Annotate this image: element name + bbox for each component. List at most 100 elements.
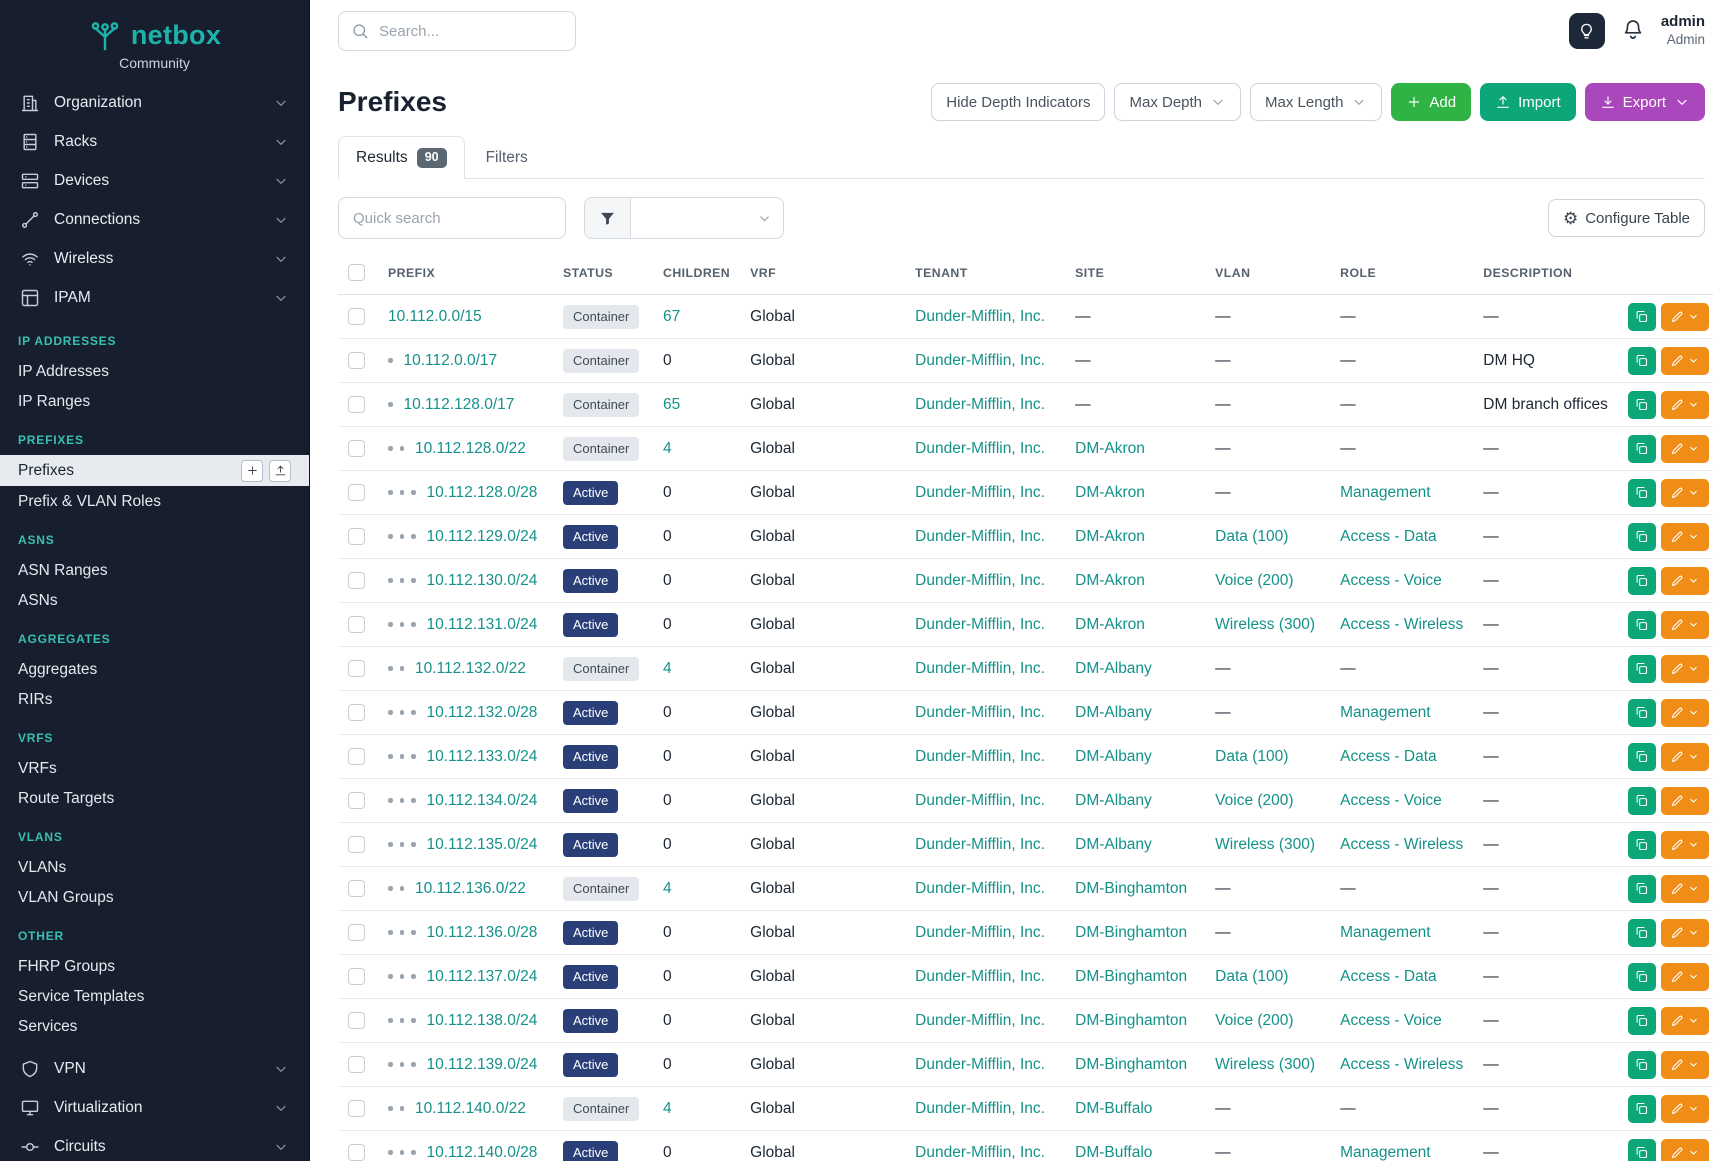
site-link[interactable]: DM-Binghamton — [1075, 924, 1187, 941]
tenant-link[interactable]: Dunder-Mifflin, Inc. — [915, 352, 1045, 369]
children-count-link[interactable]: 4 — [663, 880, 672, 897]
row-checkbox[interactable] — [348, 968, 365, 985]
column-header-children[interactable]: CHILDREN — [653, 251, 740, 295]
children-count-link[interactable]: 4 — [663, 660, 672, 677]
prefix-link[interactable]: 10.112.133.0/24 — [427, 748, 538, 765]
clone-button[interactable] — [1628, 567, 1656, 595]
sidebar-item-aggregates[interactable]: Aggregates — [0, 654, 309, 684]
site-link[interactable]: DM-Albany — [1075, 748, 1152, 765]
prefix-link[interactable]: 10.112.0.0/17 — [404, 352, 498, 369]
clone-button[interactable] — [1628, 523, 1656, 551]
edit-button[interactable] — [1661, 611, 1709, 639]
row-checkbox[interactable] — [348, 528, 365, 545]
edit-button[interactable] — [1661, 787, 1709, 815]
clone-button[interactable] — [1628, 963, 1656, 991]
sidebar-item-wireless[interactable]: Wireless — [0, 239, 309, 278]
sidebar-item-devices[interactable]: Devices — [0, 161, 309, 200]
tenant-link[interactable]: Dunder-Mifflin, Inc. — [915, 1100, 1045, 1117]
edit-button[interactable] — [1661, 1051, 1709, 1079]
role-link[interactable]: Management — [1340, 1144, 1430, 1161]
search-input[interactable] — [338, 11, 576, 51]
sidebar-item-racks[interactable]: Racks — [0, 122, 309, 161]
prefix-link[interactable]: 10.112.134.0/24 — [427, 792, 538, 809]
prefix-link[interactable]: 10.112.140.0/28 — [427, 1144, 538, 1161]
edit-button[interactable] — [1661, 1095, 1709, 1123]
edit-button[interactable] — [1661, 347, 1709, 375]
select-all-checkbox[interactable] — [348, 264, 365, 281]
sidebar-item-vlan-groups[interactable]: VLAN Groups — [0, 882, 309, 912]
row-checkbox[interactable] — [348, 1056, 365, 1073]
children-count-link[interactable]: 4 — [663, 1100, 672, 1117]
sidebar-item-prefix-vlan-roles[interactable]: Prefix & VLAN Roles — [0, 486, 309, 516]
row-checkbox[interactable] — [348, 396, 365, 413]
vlan-link[interactable]: Data (100) — [1215, 748, 1288, 765]
site-link[interactable]: DM-Akron — [1075, 440, 1145, 457]
prefix-link[interactable]: 10.112.129.0/24 — [427, 528, 538, 545]
column-header-description[interactable]: DESCRIPTION — [1473, 251, 1618, 295]
tenant-link[interactable]: Dunder-Mifflin, Inc. — [915, 660, 1045, 677]
clone-button[interactable] — [1628, 611, 1656, 639]
vlan-link[interactable]: Data (100) — [1215, 968, 1288, 985]
netbox-logo[interactable]: netbox Community — [0, 0, 309, 73]
sidebar-item-asns[interactable]: ASNs — [0, 585, 309, 615]
site-link[interactable]: DM-Binghamton — [1075, 1012, 1187, 1029]
quick-add-button[interactable] — [241, 460, 263, 482]
site-link[interactable]: DM-Binghamton — [1075, 1056, 1187, 1073]
row-checkbox[interactable] — [348, 1144, 365, 1161]
prefix-link[interactable]: 10.112.128.0/28 — [427, 484, 538, 501]
row-checkbox[interactable] — [348, 572, 365, 589]
clone-button[interactable] — [1628, 479, 1656, 507]
clone-button[interactable] — [1628, 1139, 1656, 1161]
sidebar-item-asn-ranges[interactable]: ASN Ranges — [0, 555, 309, 585]
theme-toggle-button[interactable] — [1569, 13, 1605, 49]
role-link[interactable]: Management — [1340, 704, 1430, 721]
edit-button[interactable] — [1661, 523, 1709, 551]
site-link[interactable]: DM-Akron — [1075, 572, 1145, 589]
user-menu[interactable]: admin Admin — [1661, 13, 1705, 49]
sidebar-item-fhrp-groups[interactable]: FHRP Groups — [0, 951, 309, 981]
row-checkbox[interactable] — [348, 616, 365, 633]
edit-button[interactable] — [1661, 655, 1709, 683]
clone-button[interactable] — [1628, 435, 1656, 463]
clone-button[interactable] — [1628, 1051, 1656, 1079]
import-button[interactable]: Import — [1480, 83, 1576, 121]
sidebar-item-ip-ranges[interactable]: IP Ranges — [0, 386, 309, 416]
clone-button[interactable] — [1628, 919, 1656, 947]
prefix-link[interactable]: 10.112.0.0/15 — [388, 308, 482, 325]
row-checkbox[interactable] — [348, 308, 365, 325]
site-link[interactable]: DM-Binghamton — [1075, 968, 1187, 985]
edit-button[interactable] — [1661, 303, 1709, 331]
clone-button[interactable] — [1628, 1095, 1656, 1123]
column-header-vlan[interactable]: VLAN — [1205, 251, 1330, 295]
sidebar-item-circuits[interactable]: Circuits — [0, 1127, 309, 1161]
prefix-link[interactable]: 10.112.128.0/17 — [404, 396, 515, 413]
row-checkbox[interactable] — [348, 484, 365, 501]
site-link[interactable]: DM-Binghamton — [1075, 880, 1187, 897]
site-link[interactable]: DM-Buffalo — [1075, 1144, 1152, 1161]
sidebar-item-organization[interactable]: Organization — [0, 83, 309, 122]
edit-button[interactable] — [1661, 875, 1709, 903]
edit-button[interactable] — [1661, 699, 1709, 727]
max-depth-dropdown[interactable]: Max Depth — [1114, 83, 1241, 121]
column-header-prefix[interactable]: PREFIX — [378, 251, 553, 295]
tenant-link[interactable]: Dunder-Mifflin, Inc. — [915, 968, 1045, 985]
column-header-vrf[interactable]: VRF — [740, 251, 905, 295]
tenant-link[interactable]: Dunder-Mifflin, Inc. — [915, 704, 1045, 721]
edit-button[interactable] — [1661, 479, 1709, 507]
role-link[interactable]: Access - Data — [1340, 968, 1436, 985]
clone-button[interactable] — [1628, 831, 1656, 859]
site-link[interactable]: DM-Albany — [1075, 660, 1152, 677]
edit-button[interactable] — [1661, 1139, 1709, 1161]
filter-select[interactable] — [631, 198, 783, 238]
clone-button[interactable] — [1628, 655, 1656, 683]
filter-button[interactable] — [585, 198, 631, 238]
tenant-link[interactable]: Dunder-Mifflin, Inc. — [915, 880, 1045, 897]
sidebar-item-route-targets[interactable]: Route Targets — [0, 783, 309, 813]
prefix-link[interactable]: 10.112.132.0/22 — [415, 660, 526, 677]
tab-results[interactable]: Results 90 — [338, 136, 465, 179]
row-checkbox[interactable] — [348, 836, 365, 853]
site-link[interactable]: DM-Buffalo — [1075, 1100, 1152, 1117]
tenant-link[interactable]: Dunder-Mifflin, Inc. — [915, 1144, 1045, 1161]
quick-import-button[interactable] — [269, 460, 291, 482]
tenant-link[interactable]: Dunder-Mifflin, Inc. — [915, 572, 1045, 589]
